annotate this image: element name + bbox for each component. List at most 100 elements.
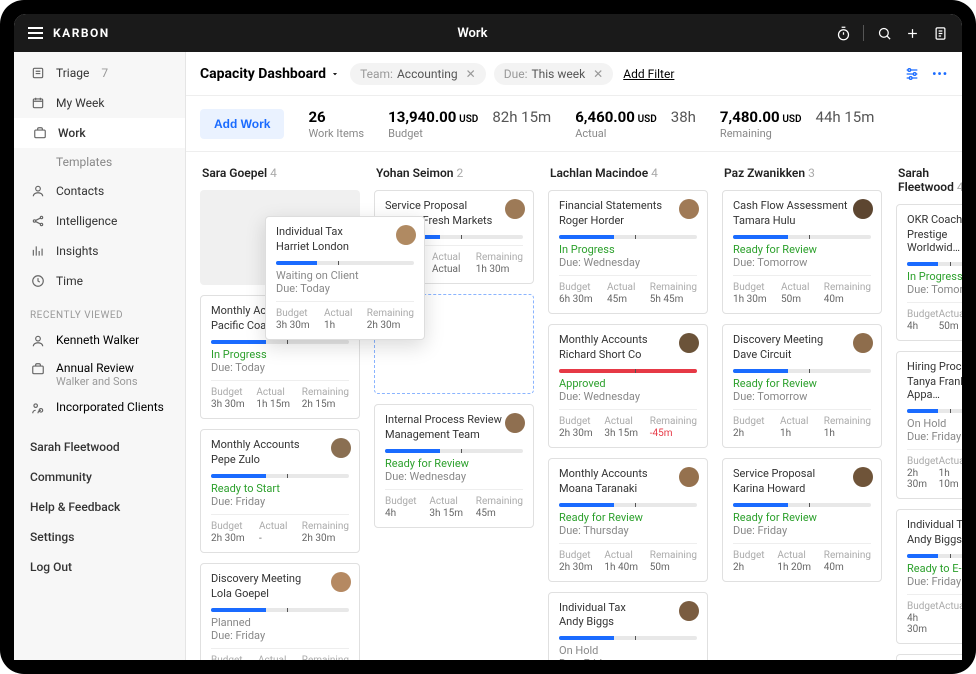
avatar (396, 225, 416, 245)
work-card[interactable]: Monthly Accounts Pepe Zulo Ready to Star… (200, 429, 360, 553)
status-badge: Ready for Review (733, 377, 871, 390)
stat-work-items: 26 Work Items (308, 108, 364, 140)
progress-bar (733, 235, 871, 239)
avatar (853, 333, 873, 353)
filter-chip[interactable]: Team: Accounting✕ (350, 63, 486, 85)
card-metrics: Budget4h Actual50m Remaining (907, 302, 962, 332)
recent-item[interactable]: Annual ReviewWalker and Sons (14, 355, 185, 394)
card-title: Discovery Meeting (211, 572, 349, 587)
due-date: Due: Wednesday (559, 256, 697, 269)
card-subtitle: Moana Taranaki (559, 482, 697, 495)
work-card[interactable]: Financial Statements Roger Horder In Pro… (548, 190, 708, 314)
card-subtitle: Management Team (385, 428, 523, 441)
dragging-card[interactable]: Individual Tax Harriet London Waiting on… (265, 216, 425, 340)
avatar (679, 601, 699, 621)
close-icon[interactable]: ✕ (593, 67, 603, 81)
search-icon[interactable] (876, 25, 892, 41)
work-card[interactable]: Individual Tax Andy Biggs On Hold Due: F… (548, 592, 708, 660)
nav-time[interactable]: Time (14, 266, 185, 296)
filter-settings-icon[interactable] (904, 66, 920, 82)
status-badge: In Progress (559, 243, 697, 256)
footer-log-out[interactable]: Log Out (14, 552, 185, 582)
recent-item[interactable]: Kenneth Walker (14, 327, 185, 355)
work-card[interactable]: OKR Coaching Prestige Worldwid… In Progr… (896, 204, 962, 341)
card-metrics: Budget4h 30m Actual Remaining (907, 594, 962, 635)
intel-icon (30, 213, 46, 229)
work-card[interactable]: Discovery Meeting Dave Circuit Ready for… (722, 324, 882, 448)
card-metrics: Budget2h Actual1h Remaining1h (733, 409, 871, 439)
chevron-down-icon (330, 69, 340, 79)
add-icon[interactable] (904, 25, 920, 41)
dashboard-title[interactable]: Capacity Dashboard (200, 66, 340, 82)
nav-triage[interactable]: Triage7 (14, 58, 185, 88)
work-card[interactable]: Cash Flow Assessment Tamara Hulu Ready f… (722, 190, 882, 314)
avatar (679, 333, 699, 353)
progress-bar (733, 369, 871, 373)
progress-bar (559, 369, 697, 373)
add-work-button[interactable]: Add Work (200, 109, 284, 139)
avatar (853, 467, 873, 487)
card-subtitle: Andy Biggs (559, 615, 697, 628)
status-badge: On Hold (907, 417, 962, 430)
due-date: Due: Today (211, 361, 349, 374)
due-date: Due: Tomorrow (907, 283, 962, 296)
card-metrics: Budget2h Actual- Remaining2h (211, 648, 349, 660)
card-subtitle: Andy Biggs (907, 533, 962, 546)
column-header: Lachlan Macindoe4 (548, 162, 708, 190)
column-header: Sarah Fleetwood4 (896, 162, 962, 204)
nav-templates[interactable]: Templates (14, 148, 185, 176)
card-metrics: Budget6h 30m Actual45m Remaining5h 45m (559, 275, 697, 305)
avatar (331, 438, 351, 458)
work-card[interactable]: Discovery Meeting Lola Goepel Planned Du… (200, 563, 360, 660)
briefcase-icon (32, 125, 48, 141)
add-filter-link[interactable]: Add Filter (623, 67, 674, 81)
card-title: Monthly Accounts (559, 467, 697, 482)
nav-intelligence[interactable]: Intelligence (14, 206, 185, 236)
work-card[interactable]: Hiring Process Tanya Franks Appa… On Hol… (896, 351, 962, 499)
close-icon[interactable]: ✕ (466, 67, 476, 81)
footer-sarah-fleetwood[interactable]: Sarah Fleetwood (14, 432, 185, 462)
card-title: Monthly Accounts (559, 333, 697, 348)
progress-bar (907, 554, 962, 558)
progress-bar (907, 262, 962, 266)
status-badge: Ready for Review (559, 511, 697, 524)
nav-work[interactable]: Work (14, 118, 185, 148)
nav-insights[interactable]: Insights (14, 236, 185, 266)
avatar (331, 572, 351, 592)
card-title: Hiring Process (907, 360, 962, 375)
nav-contacts[interactable]: Contacts (14, 176, 185, 206)
status-badge: Approved (559, 377, 697, 390)
due-date: Due: Tomorrow (733, 390, 871, 403)
timer-icon[interactable] (835, 25, 851, 41)
progress-bar (559, 636, 697, 640)
status-badge: In Progress (211, 348, 349, 361)
recent-item[interactable]: Incorporated Clients (14, 394, 185, 422)
work-card[interactable]: Individual Tax George Jamison Preparing … (896, 654, 962, 660)
footer-settings[interactable]: Settings (14, 522, 185, 552)
progress-bar (559, 235, 697, 239)
status-badge: In Progress (907, 270, 962, 283)
notes-icon[interactable] (932, 25, 948, 41)
nav-my-week[interactable]: My Week (14, 88, 185, 118)
work-card[interactable]: Monthly Accounts Richard Short Co Approv… (548, 324, 708, 448)
work-card[interactable]: Service Proposal Karina Howard Ready for… (722, 458, 882, 582)
calendar-icon (30, 95, 46, 111)
menu-icon[interactable] (28, 27, 43, 39)
progress-bar (733, 503, 871, 507)
work-card[interactable]: Monthly Accounts Moana Taranaki Ready fo… (548, 458, 708, 582)
card-metrics: Budget2h 30m Actual- Remaining2h 30m (211, 514, 349, 544)
filter-chip[interactable]: Due: This week✕ (494, 63, 614, 85)
status-badge: Ready to E-File (907, 562, 962, 575)
footer-community[interactable]: Community (14, 462, 185, 492)
sidebar: Triage7My WeekWorkTemplatesContactsIntel… (14, 52, 186, 660)
avatar (505, 199, 525, 219)
progress-bar (907, 409, 962, 413)
work-card[interactable]: Individual Tax Andy Biggs Ready to E-Fil… (896, 509, 962, 644)
filter-bar: Capacity Dashboard Team: Accounting✕ Due:… (186, 52, 962, 96)
more-menu-icon[interactable]: ••• (932, 67, 948, 81)
footer-help-feedback[interactable]: Help & Feedback (14, 492, 185, 522)
card-subtitle: Lola Goepel (211, 587, 349, 600)
status-badge: Ready for Review (733, 243, 871, 256)
work-card[interactable]: Internal Process Review Management Team … (374, 404, 534, 528)
stat-budget: 13,940.00 USDBudget 82h 15m (388, 108, 551, 140)
